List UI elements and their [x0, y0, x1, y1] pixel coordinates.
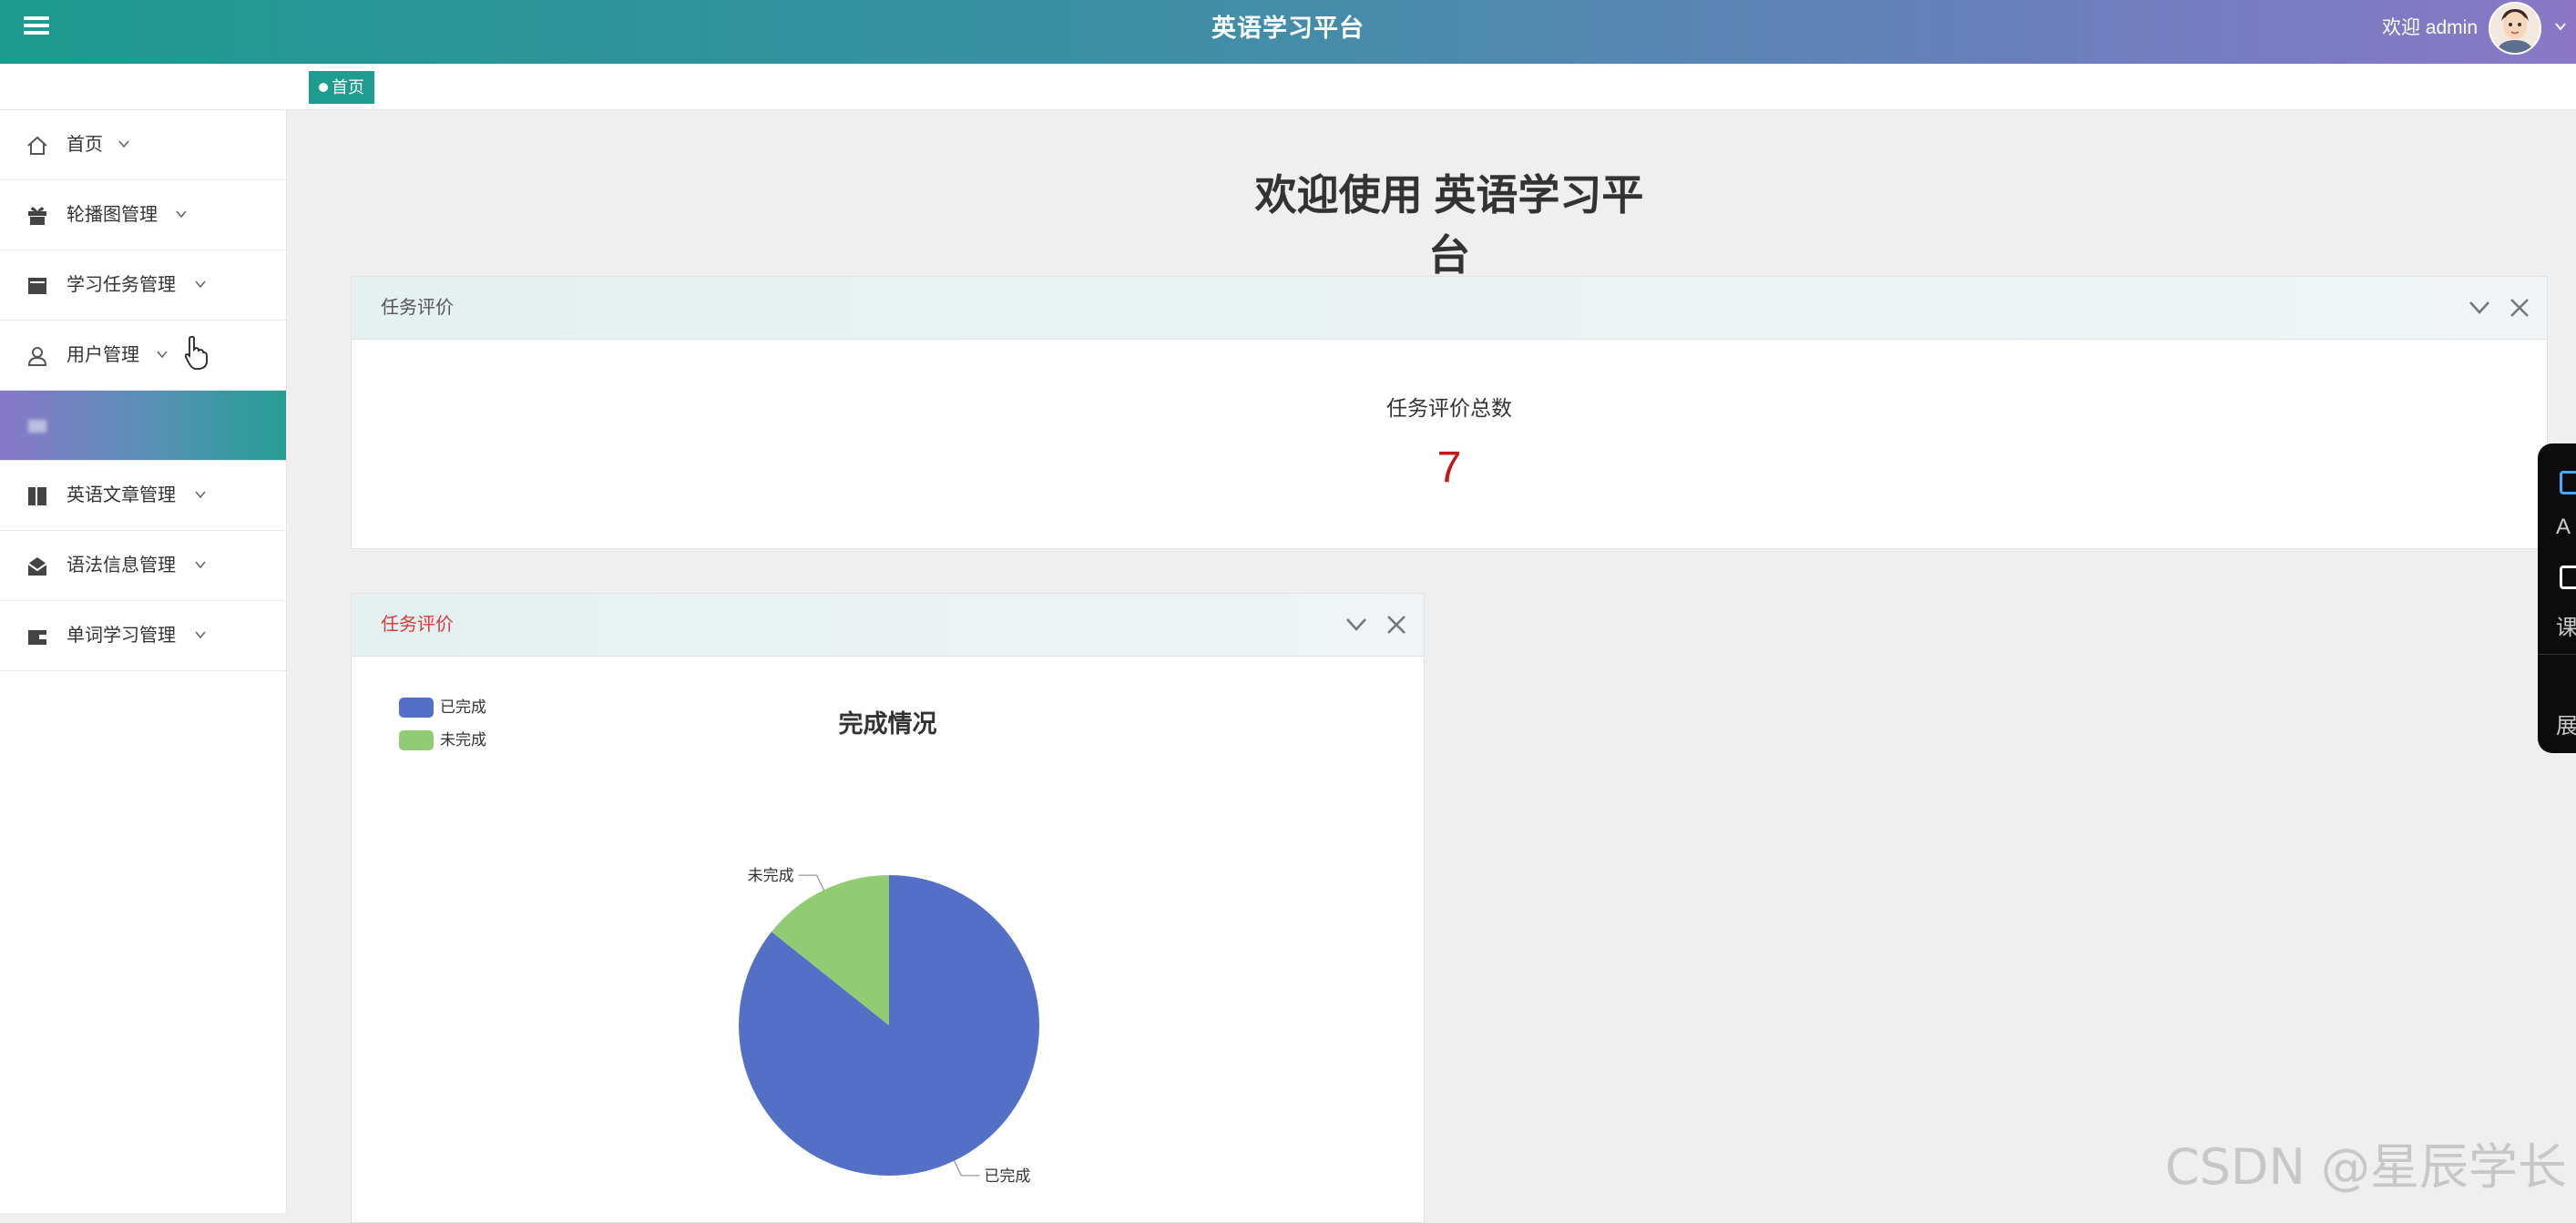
panel-header: 任务评价	[352, 594, 1424, 657]
stat-panel: 任务评价 任务评价总数 7	[351, 276, 2548, 549]
sidebar: 首页 轮播图管理 学习任务管理 用户管理 英语文章管理 语法信息管理 单词学习管…	[0, 110, 287, 1213]
tags-bar: 首页	[0, 64, 2576, 110]
panel-title: 任务评价	[381, 615, 454, 635]
chevron-down-icon[interactable]	[2469, 299, 2490, 317]
chevron-down-icon	[157, 351, 168, 359]
panel-header: 任务评价	[352, 277, 2547, 340]
chevron-down-icon	[176, 210, 187, 219]
sidebar-item-label: 学习任务管理	[66, 275, 176, 295]
sidebar-item-label: 英语文章管理	[66, 485, 176, 505]
stat-value: 7	[1436, 443, 1462, 492]
stat-label: 任务评价总数	[1386, 396, 1512, 420]
chevron-down-icon	[195, 561, 206, 569]
book-icon	[28, 487, 46, 505]
course-icon[interactable]	[2560, 566, 2576, 589]
user-icon	[27, 347, 47, 366]
floating-toolbar: A 课 展	[2538, 443, 2576, 753]
pie-label-line	[798, 874, 824, 891]
chevron-down-icon	[195, 280, 206, 289]
tag-dot	[319, 83, 328, 92]
chevron-down-icon	[195, 631, 206, 639]
float-item-label: 课	[2556, 616, 2576, 640]
sidebar-item-home[interactable]: 首页	[0, 110, 286, 180]
pie-chart: 已完成 未完成	[738, 867, 1039, 1185]
tag-label: 首页	[332, 78, 364, 97]
watermark: CSDN @星辰学长	[2164, 1138, 2567, 1196]
card-icon	[28, 278, 46, 294]
chart-area: 完成情况 已完成 未完成 已完成 未完成	[352, 657, 1424, 1203]
sidebar-item-tasks[interactable]: 学习任务管理	[0, 250, 286, 321]
pie-label-line	[954, 1160, 980, 1177]
close-icon[interactable]	[1385, 614, 1407, 636]
sidebar-item-label: 轮播图管理	[66, 205, 158, 225]
gift-icon	[28, 207, 46, 225]
tab-home[interactable]: 首页	[309, 71, 374, 104]
home-icon	[27, 136, 47, 155]
chart-panel: 任务评价 完成情况 已完成 未完成 已完成 未完成	[351, 593, 1425, 1223]
top-navbar: 英语学习平台 欢迎 admin	[0, 0, 2576, 64]
divider	[2538, 654, 2576, 655]
hand-cursor-icon	[184, 335, 208, 370]
chevron-down-icon[interactable]	[1345, 616, 1367, 634]
sidebar-item-vocab[interactable]: 单词学习管理	[0, 601, 286, 671]
wallet-icon	[28, 630, 46, 645]
sidebar-item-articles[interactable]: 英语文章管理	[0, 461, 286, 531]
pie-slice-label: 已完成	[984, 1167, 1030, 1185]
sidebar-item-label: 首页	[66, 135, 103, 155]
float-item-label: A	[2556, 515, 2571, 539]
close-icon[interactable]	[2509, 297, 2530, 319]
avatar[interactable]	[2489, 2, 2541, 55]
chevron-down-icon[interactable]	[2554, 20, 2567, 33]
sidebar-item-label: 单词学习管理	[66, 626, 176, 646]
blurred-icon	[28, 420, 46, 433]
sidebar-item-users[interactable]: 用户管理	[0, 321, 286, 391]
mail-icon	[27, 557, 47, 576]
sidebar-item-label: 用户管理	[66, 345, 139, 365]
page-title: 欢迎使用 英语学习平台	[1254, 171, 1644, 279]
panel-title: 任务评价	[381, 298, 454, 318]
sidebar-item-label: 语法信息管理	[66, 555, 176, 576]
sidebar-item-grammar[interactable]: 语法信息管理	[0, 531, 286, 601]
chevron-down-icon	[195, 491, 206, 499]
ai-icon[interactable]	[2560, 471, 2576, 494]
pie-slice-label: 未完成	[748, 867, 794, 884]
chevron-down-icon	[118, 140, 129, 148]
float-item-label: 展	[2556, 714, 2576, 739]
app-title: 英语学习平台	[1211, 15, 1365, 42]
sidebar-item-carousel[interactable]: 轮播图管理	[0, 180, 286, 250]
avatar-image	[2490, 4, 2540, 53]
sidebar-item-active[interactable]	[0, 391, 286, 461]
welcome-text: 欢迎 admin	[2381, 17, 2478, 38]
